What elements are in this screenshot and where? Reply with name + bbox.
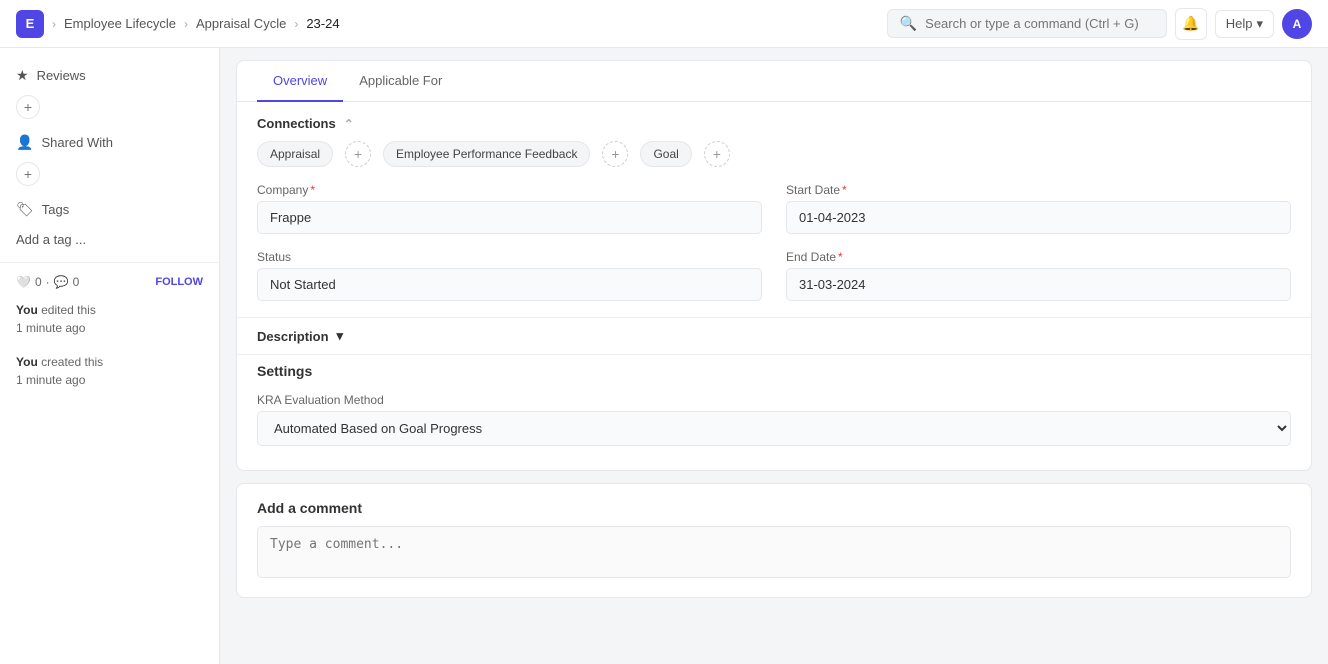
connections-header: Connections ⌃ [237,102,1311,141]
connection-appraisal[interactable]: Appraisal [257,141,333,167]
comment-icon[interactable]: 💬 [54,275,69,289]
add-tag-input[interactable]: Add a tag ... [0,225,219,254]
add-appraisal-button[interactable]: + [345,141,371,167]
breadcrumb-chevron-1: › [52,17,56,31]
notifications-button[interactable]: 🔔 [1175,8,1207,40]
add-shared-button[interactable]: + [16,162,40,186]
kra-form-group: KRA Evaluation Method Automated Based on… [257,393,1291,446]
tab-applicable-for[interactable]: Applicable For [343,61,458,102]
activity-edited-time: 1 minute ago [16,321,85,335]
form-row-company-date: Company* Start Date* [257,183,1291,234]
settings-section: Settings KRA Evaluation Method Automated… [237,354,1311,454]
start-date-required: * [842,183,847,197]
connections-title: Connections [257,116,336,131]
shared-with-icon: 👤 [16,134,33,151]
breadcrumb-employee-lifecycle[interactable]: Employee Lifecycle [64,16,176,31]
kra-select[interactable]: Automated Based on Goal Progress Manual … [257,411,1291,446]
comment-input[interactable] [257,526,1291,578]
dot-separator: · [46,275,50,289]
sidebar-shared-label: Shared With [41,135,113,150]
breadcrumb-appraisal-cycle[interactable]: Appraisal Cycle [196,16,286,31]
connection-goal-label: Goal [653,147,678,161]
add-tag-label: Add a tag ... [16,232,86,247]
overview-card: Overview Applicable For Connections ⌃ Ap… [236,60,1312,471]
main-content: Overview Applicable For Connections ⌃ Ap… [220,48,1328,664]
sidebar-item-tags[interactable]: 🏷 Tags [0,194,219,225]
connections-toggle-icon[interactable]: ⌃ [344,117,354,131]
reviews-icon: ★ [16,67,29,84]
end-date-input[interactable] [786,268,1291,301]
company-required: * [310,183,315,197]
tab-overview[interactable]: Overview [257,61,343,102]
form-group-end-date: End Date* [786,250,1291,301]
comments-count: 0 [73,275,80,289]
activity-created-time: 1 minute ago [16,373,85,387]
user-avatar[interactable]: A [1282,9,1312,39]
breadcrumb-chevron-2: › [184,17,188,31]
connection-emp-perf-label: Employee Performance Feedback [396,147,577,161]
status-label: Status [257,250,762,264]
activity-edited-text: edited this [41,303,96,317]
add-feedback-button[interactable]: + [602,141,628,167]
activity-created-text: created this [41,355,103,369]
activity-you-1: You [16,303,38,317]
connection-appraisal-label: Appraisal [270,147,320,161]
connection-goal[interactable]: Goal [640,141,691,167]
activity-you-2: You [16,355,38,369]
tab-bar: Overview Applicable For [237,61,1311,102]
sidebar-item-reviews[interactable]: ★ Reviews [0,60,219,91]
description-title: Description [257,329,329,344]
likes-count: 0 [35,275,42,289]
sidebar-divider [0,262,219,263]
sidebar: ★ Reviews + 👤 Shared With + 🏷 Tags Add a… [0,48,220,664]
start-date-input[interactable] [786,201,1291,234]
company-label: Company* [257,183,762,197]
form-group-company: Company* [257,183,762,234]
help-label: Help [1226,16,1253,31]
search-bar[interactable]: 🔍 [887,9,1167,38]
settings-title: Settings [257,363,1291,379]
sidebar-tags-label: Tags [42,202,69,217]
activity-edited: You edited this 1 minute ago [0,293,219,345]
add-reviews-button[interactable]: + [16,95,40,119]
company-input[interactable] [257,201,762,234]
comment-title: Add a comment [257,500,1291,516]
like-icon[interactable]: 🤍 [16,275,31,289]
form-group-status: Status [257,250,762,301]
description-toggle-icon: ▾ [337,328,344,344]
tags-icon: 🏷 [16,201,34,218]
comment-card: Add a comment [236,483,1312,598]
form-section: Company* Start Date* Status [237,183,1311,301]
end-date-label: End Date* [786,250,1291,264]
connection-emp-perf-feedback[interactable]: Employee Performance Feedback [383,141,590,167]
connections-row: Appraisal + Employee Performance Feedbac… [237,141,1311,183]
activity-created: You created this 1 minute ago [0,345,219,397]
sidebar-item-shared-with[interactable]: 👤 Shared With [0,127,219,158]
kra-label: KRA Evaluation Method [257,393,1291,407]
breadcrumb-chevron-3: › [294,17,298,31]
breadcrumb-current[interactable]: 23-24 [306,16,339,31]
sidebar-reviews-label: Reviews [37,68,86,83]
description-header[interactable]: Description ▾ [237,317,1311,354]
start-date-label: Start Date* [786,183,1291,197]
form-row-status-end: Status End Date* [257,250,1291,301]
search-icon: 🔍 [900,15,917,32]
help-chevron-icon: ▾ [1256,16,1263,32]
add-goal-button[interactable]: + [704,141,730,167]
like-comment-row: 🤍 0 · 💬 0 FOLLOW [0,271,219,293]
end-date-required: * [838,250,843,264]
status-input[interactable] [257,268,762,301]
follow-button[interactable]: FOLLOW [155,276,203,288]
help-menu[interactable]: Help ▾ [1215,10,1274,38]
app-logo: E [16,10,44,38]
top-nav: E › Employee Lifecycle › Appraisal Cycle… [0,0,1328,48]
search-input[interactable] [925,16,1154,31]
form-group-start-date: Start Date* [786,183,1291,234]
